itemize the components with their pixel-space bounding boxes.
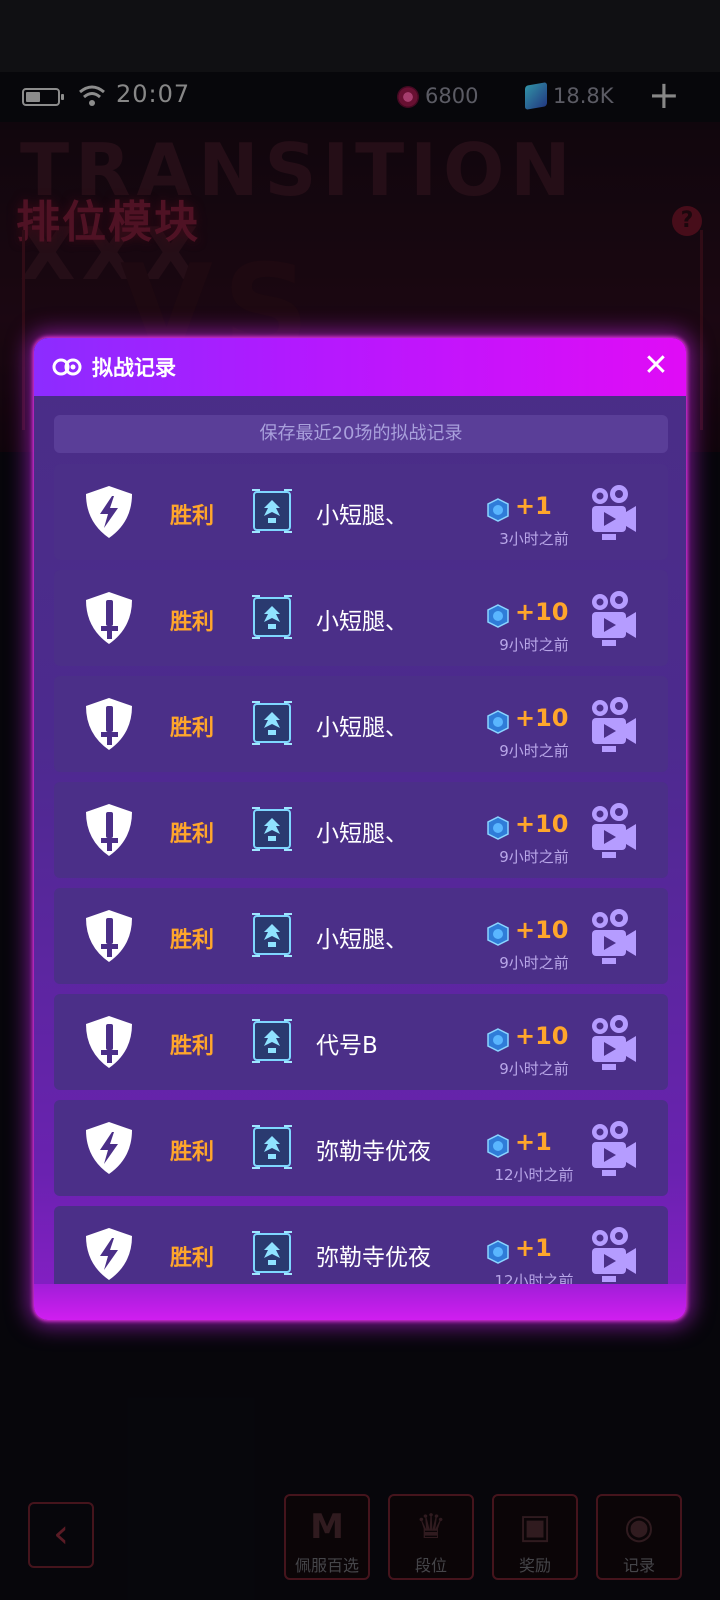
sword-shield-icon [86,592,132,644]
battle-result: 胜利 [170,716,215,741]
record-time: 9小时之前 [499,1060,569,1078]
battle-result: 胜利 [170,1246,215,1271]
record-row-2[interactable]: 胜利 小短腿、 +10 9小时之前 [54,676,668,772]
lightning-shield-icon [86,486,132,538]
modal-title: 拟战记录 [92,356,176,380]
rank-badge-icon [252,595,292,639]
score-change: +10 [515,1022,569,1050]
rank-badge-icon [252,489,292,533]
opponent-name: 小短腿、 [316,609,408,635]
gem-icon [487,604,509,628]
record-row-5[interactable]: 胜利 代号B +10 9小时之前 [54,994,668,1090]
gem-icon [487,498,509,522]
sword-shield-icon [86,804,132,856]
opponent-name: 弥勒寺优夜 [316,1245,431,1271]
battle-result: 胜利 [170,822,215,847]
record-row-4[interactable]: 胜利 小短腿、 +10 9小时之前 [54,888,668,984]
battle-result: 胜利 [170,928,215,953]
battle-result: 胜利 [170,1034,215,1059]
score-change: +10 [515,810,569,838]
modal-footer [34,1284,686,1320]
record-list[interactable]: 胜利 小短腿、 +1 3小时之前 胜利 小短腿、 +10 9小时之前 胜利 小短… [54,464,668,1304]
rank-badge-icon [252,1019,292,1063]
gem-icon [487,922,509,946]
opponent-name: 小短腿、 [316,503,408,529]
opponent-name: 弥勒寺优夜 [316,1139,431,1165]
rank-badge-icon [252,913,292,957]
replay-camera-icon[interactable] [586,590,638,648]
replay-camera-icon[interactable] [586,908,638,966]
record-row-1[interactable]: 胜利 小短腿、 +10 9小时之前 [54,570,668,666]
record-time: 9小时之前 [499,742,569,760]
close-button[interactable]: ✕ [638,348,674,384]
replay-camera-icon[interactable] [586,1120,638,1178]
sword-shield-icon [86,698,132,750]
score-change: +1 [515,492,552,520]
rank-badge-icon [252,701,292,745]
rank-badge-icon [252,1231,292,1275]
gem-icon [487,1240,509,1264]
record-info-bar: 保存最近20场的拟战记录 [54,415,668,453]
replay-camera-icon[interactable] [586,484,638,542]
score-change: +1 [515,1128,552,1156]
gem-icon [487,710,509,734]
opponent-name: 小短腿、 [316,821,408,847]
record-time: 12小时之前 [494,1166,574,1184]
gem-icon [487,816,509,840]
sword-shield-icon [86,910,132,962]
gem-icon [487,1134,509,1158]
replay-camera-icon[interactable] [586,802,638,860]
record-row-0[interactable]: 胜利 小短腿、 +1 3小时之前 [54,464,668,560]
sword-shield-icon [86,1016,132,1068]
rank-badge-icon [252,807,292,851]
replay-camera-icon[interactable] [586,1014,638,1072]
record-logo-icon [52,358,82,376]
record-time: 9小时之前 [499,636,569,654]
score-change: +10 [515,704,569,732]
record-time: 3小时之前 [499,530,569,548]
battle-result: 胜利 [170,504,215,529]
score-change: +10 [515,916,569,944]
opponent-name: 小短腿、 [316,715,408,741]
opponent-name: 代号B [316,1033,378,1059]
record-row-3[interactable]: 胜利 小短腿、 +10 9小时之前 [54,782,668,878]
rank-badge-icon [252,1125,292,1169]
battle-result: 胜利 [170,1140,215,1165]
gem-icon [487,1028,509,1052]
score-change: +10 [515,598,569,626]
score-change: +1 [515,1234,552,1262]
battle-result: 胜利 [170,610,215,635]
opponent-name: 小短腿、 [316,927,408,953]
lightning-shield-icon [86,1228,132,1280]
lightning-shield-icon [86,1122,132,1174]
replay-camera-icon[interactable] [586,1226,638,1284]
modal-header: 拟战记录 ✕ [34,338,686,396]
record-row-6[interactable]: 胜利 弥勒寺优夜 +1 12小时之前 [54,1100,668,1196]
record-time: 9小时之前 [499,848,569,866]
replay-camera-icon[interactable] [586,696,638,754]
battle-record-modal: 拟战记录 ✕ 保存最近20场的拟战记录 胜利 小短腿、 +1 3小时之前 胜利 … [34,338,686,1320]
record-time: 9小时之前 [499,954,569,972]
